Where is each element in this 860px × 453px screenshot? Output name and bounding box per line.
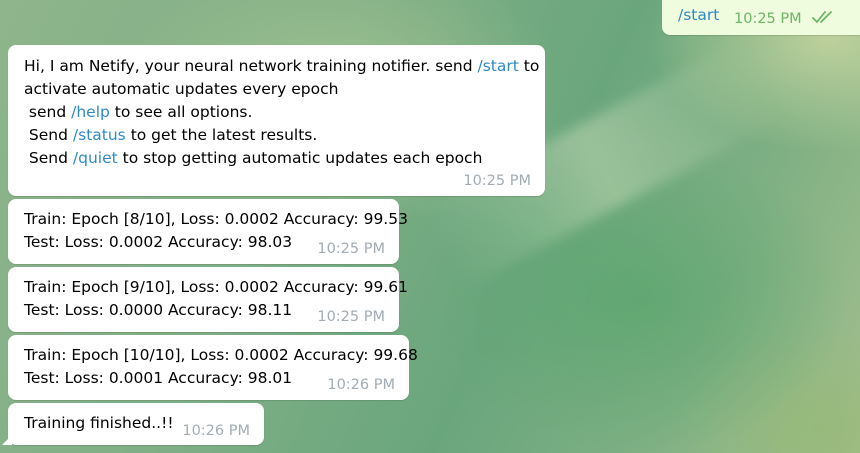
command-link[interactable]: /help [71,103,110,121]
message-segment: Test: Loss: 0.0001 Accuracy: 98.01 [24,369,293,387]
message-segment: Test: Loss: 0.0002 Accuracy: 98.03 [24,233,293,251]
message-timestamp: 10:25 PM [734,11,802,27]
command-link[interactable]: /quiet [73,149,118,167]
incoming-message-epoch-10[interactable]: Train: Epoch [10/10], Loss: 0.0002 Accur… [8,335,418,400]
double-check-icon [812,11,832,23]
message-timestamp: 10:25 PM [317,309,385,325]
message-segment: Send [24,126,73,144]
message-line: Train: Epoch [8/10], Loss: 0.0002 Accura… [24,208,408,231]
message-segment: to stop getting automatic updates each e… [117,149,483,167]
message-line: send /help to see all options. [24,101,529,124]
message-text: Hi, I am Netify, your neural network tra… [24,55,539,170]
message-timestamp: 10:26 PM [327,377,395,393]
message-segment: to get the latest results. [125,126,318,144]
message-line: Send /quiet to stop getting automatic up… [24,147,529,170]
outgoing-command-text[interactable]: /start [678,6,719,24]
message-line: Train: Epoch [9/10], Loss: 0.0002 Accura… [24,276,408,299]
message-timestamp: 10:25 PM [463,173,531,189]
message-segment: Train: Epoch [8/10], Loss: 0.0002 Accura… [24,210,408,228]
message-segment: Send [24,149,73,167]
message-segment: send [24,103,72,121]
message-timestamp: 10:25 PM [317,241,385,257]
message-segment: Train: Epoch [9/10], Loss: 0.0002 Accura… [24,278,408,296]
command-link[interactable]: /status [73,126,126,144]
message-line: Hi, I am Netify, your neural network tra… [24,55,539,78]
command-link[interactable]: /start [477,57,518,75]
message-line: activate automatic updates every epoch [24,78,529,101]
outgoing-message[interactable]: /start 10:25 PM [662,0,860,35]
incoming-message-welcome[interactable]: Hi, I am Netify, your neural network tra… [8,45,545,196]
message-segment: Hi, I am Netify, your neural network tra… [24,57,478,75]
message-line: Train: Epoch [10/10], Loss: 0.0002 Accur… [24,344,418,367]
message-segment: Training finished..!! [24,414,174,432]
incoming-message-epoch-8[interactable]: Train: Epoch [8/10], Loss: 0.0002 Accura… [8,199,408,264]
message-segment: to see all options. [109,103,253,121]
bubble-tail [2,435,12,445]
message-timestamp: 10:26 PM [182,423,250,439]
incoming-message-finished[interactable]: Training finished..!! 10:26 PM [2,403,264,445]
message-line: Send /status to get the latest results. [24,124,529,147]
message-segment: Train: Epoch [10/10], Loss: 0.0002 Accur… [24,346,418,364]
message-segment: activate automatic updates every epoch [24,80,339,98]
message-segment: to [518,57,540,75]
message-segment: Test: Loss: 0.0000 Accuracy: 98.11 [24,301,293,319]
incoming-message-epoch-9[interactable]: Train: Epoch [9/10], Loss: 0.0002 Accura… [8,267,408,332]
